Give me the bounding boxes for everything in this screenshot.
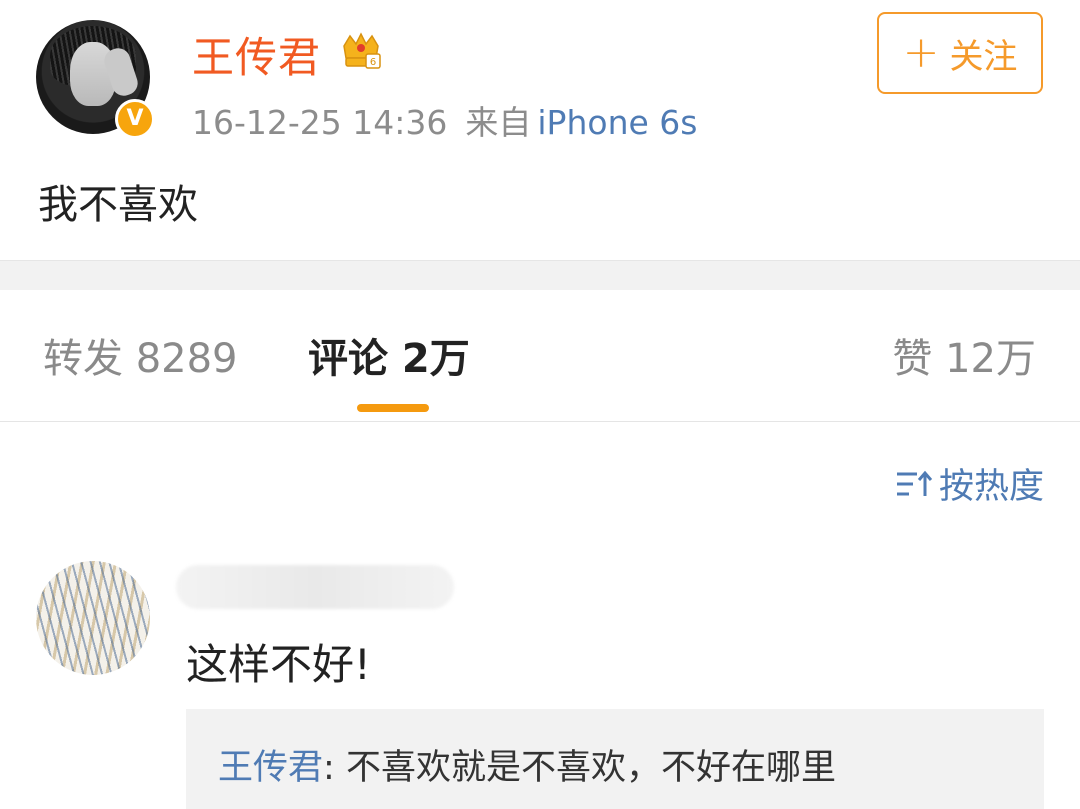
tab-comment[interactable]: 评论 2万 [308, 326, 470, 384]
commenter-avatar[interactable] [36, 561, 150, 675]
section-separator [0, 260, 1080, 290]
from-label: 来自 [465, 103, 532, 142]
crown-icon: 6 [343, 32, 381, 69]
reply-text-line: 王传君: 不喜欢就是不喜欢，不好在哪里 [218, 739, 836, 790]
post-header: V 王传君 6 16-12-25 14:36 来自 iPhone 6s + 关注 我… [0, 0, 1080, 260]
plus-icon: + [902, 27, 940, 78]
comment-text: 这样不好! [186, 640, 371, 689]
tab-repost[interactable]: 转发 8289 [43, 326, 238, 384]
verified-badge-icon: V [115, 99, 155, 139]
tab-like[interactable]: 赞 12万 [892, 326, 1036, 384]
sort-label: 按热度 [938, 467, 1044, 507]
svg-text:6: 6 [370, 57, 376, 68]
author-name[interactable]: 王传君 [192, 24, 321, 85]
reply-text: 不喜欢就是不喜欢，不好在哪里 [334, 748, 836, 788]
post-date: 16-12-25 14:36 [192, 103, 448, 142]
active-tab-indicator [357, 404, 429, 412]
follow-button[interactable]: + 关注 [877, 12, 1043, 94]
reply-separator: : [323, 748, 335, 788]
commenter-name-blurred[interactable] [176, 565, 454, 609]
verified-badge-letter: V [126, 106, 144, 131]
device-link[interactable]: iPhone 6s [537, 103, 697, 142]
sort-icon [896, 470, 933, 496]
tab-bar: 转发 8289 评论 2万 赞 12万 [0, 290, 1080, 422]
post-meta: 16-12-25 14:36 来自 iPhone 6s [192, 96, 697, 144]
sort-row: 按热度 [0, 422, 1080, 532]
post-text: 我不喜欢 [38, 182, 198, 228]
sort-by-hot-button[interactable]: 按热度 [895, 458, 1044, 509]
follow-label: 关注 [949, 36, 1018, 77]
reply-author[interactable]: 王传君 [218, 748, 323, 788]
reply-box[interactable]: 王传君: 不喜欢就是不喜欢，不好在哪里 [186, 709, 1044, 809]
comment-item: 这样不好! 王传君: 不喜欢就是不喜欢，不好在哪里 [0, 545, 1080, 809]
